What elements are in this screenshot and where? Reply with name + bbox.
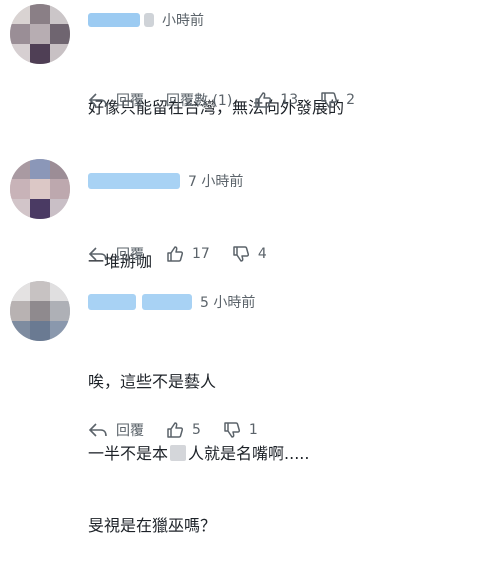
timestamp: 小時前 — [162, 13, 204, 29]
reply-button[interactable]: 回覆 — [88, 90, 144, 110]
reply-label: 回覆 — [116, 93, 144, 109]
like-button[interactable]: 5 — [166, 421, 201, 439]
thumbs-up-icon — [167, 422, 184, 438]
reply-arrow-icon — [88, 93, 107, 107]
like-count: 5 — [192, 422, 201, 438]
username[interactable] — [88, 173, 180, 189]
thumbs-down-icon — [224, 422, 240, 438]
username-blur — [144, 13, 154, 27]
timestamp: 7 小時前 — [188, 174, 244, 190]
dislike-count: 1 — [248, 422, 258, 438]
reply-arrow-icon — [88, 247, 107, 261]
reply-label: 回覆 — [116, 423, 144, 439]
view-replies-button[interactable]: 回覆數 (1) — [166, 90, 232, 110]
dislike-count: 4 — [257, 246, 267, 262]
like-count: 17 — [192, 246, 210, 262]
thumbs-up-icon — [255, 92, 272, 108]
reply-button[interactable]: 回覆 — [88, 244, 144, 264]
username[interactable] — [88, 13, 140, 27]
username[interactable] — [88, 294, 136, 310]
avatar[interactable] — [10, 4, 70, 64]
thumbs-down-icon — [233, 246, 249, 262]
reply-arrow-icon — [88, 423, 107, 437]
like-button[interactable]: 13 — [254, 91, 298, 109]
like-count: 13 — [280, 92, 299, 108]
thumbs-up-icon — [167, 246, 184, 262]
comment-line: 旻視是在獵巫嗎？ — [88, 516, 217, 535]
comment-line: 一半不是本 人就是名嘴啊..... — [88, 442, 309, 466]
avatar[interactable] — [10, 159, 70, 219]
comment-text: 唉，這些不是藝人 一半不是本 人就是名嘴啊..... 旻視是在獵巫嗎？ — [88, 322, 309, 586]
like-button[interactable]: 17 — [166, 245, 210, 263]
thumbs-down-icon — [321, 92, 338, 108]
comment-line: 唉，這些不是藝人 — [88, 372, 217, 391]
username-blur — [142, 294, 192, 310]
timestamp: 5 小時前 — [200, 295, 256, 311]
censored-block — [170, 445, 187, 461]
replies-count-label: 回覆數 (1) — [166, 93, 233, 109]
dislike-button[interactable]: 2 — [320, 91, 355, 109]
dislike-button[interactable]: 1 — [223, 421, 258, 439]
dislike-button[interactable]: 4 — [232, 245, 267, 263]
dislike-count: 2 — [346, 92, 356, 108]
reply-label: 回覆 — [116, 247, 144, 263]
reply-button[interactable]: 回覆 — [88, 420, 144, 440]
avatar[interactable] — [10, 281, 70, 341]
